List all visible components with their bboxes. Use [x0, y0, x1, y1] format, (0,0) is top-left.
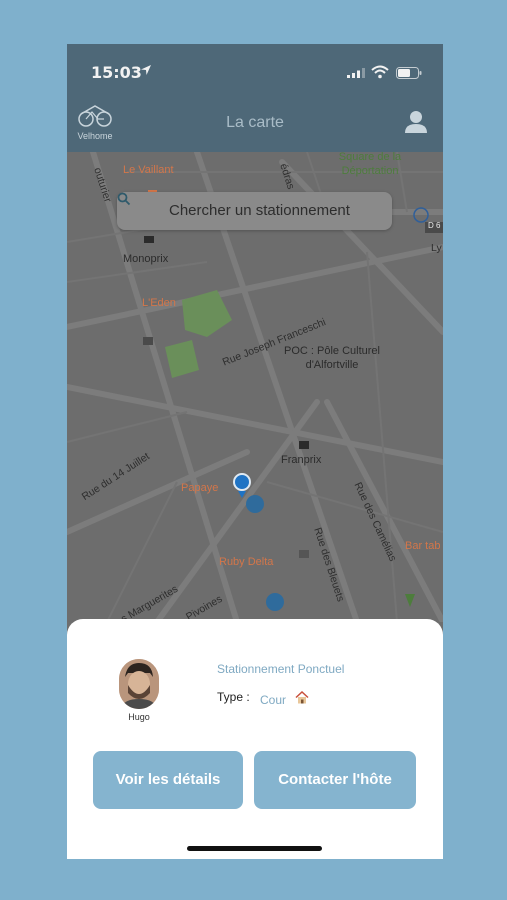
wifi-icon [371, 65, 389, 79]
avatar-photo-icon [119, 659, 159, 709]
poi-bar[interactable]: Bar tab [405, 540, 440, 552]
poi-square[interactable]: Square de la Déportation [330, 150, 410, 178]
type-label: Type : [217, 690, 250, 704]
type-value: Cour [260, 693, 287, 707]
road-badge: D 6 [428, 221, 441, 230]
nav-bar: Velhome La carte [67, 100, 443, 152]
contact-host-button[interactable]: Contacter l'hôte [254, 751, 416, 809]
search-icon [117, 192, 131, 206]
parking-card: Hugo Stationnement Ponctuel Type : Cour … [67, 619, 443, 859]
search-bar[interactable]: Chercher un stationnement [117, 192, 392, 230]
poi-franprix[interactable]: Franprix [281, 454, 321, 466]
status-time: 15:03 [91, 63, 142, 82]
page-title: La carte [226, 114, 284, 131]
poi-le-vaillant[interactable]: Le Vaillant [123, 164, 174, 176]
user-profile-icon[interactable] [405, 110, 427, 134]
poi-monoprix[interactable]: Monoprix [123, 253, 168, 265]
location-arrow-icon [141, 65, 151, 75]
battery-icon [396, 67, 422, 79]
poi-eden[interactable]: L'Eden [142, 297, 176, 309]
avatar [119, 659, 159, 709]
cellular-signal-icon [347, 68, 365, 78]
view-details-button[interactable]: Voir les détails [93, 751, 243, 809]
search-input[interactable]: Chercher un stationnement [169, 202, 350, 219]
poi-papaye[interactable]: Papaye [181, 482, 218, 494]
house-icon [295, 691, 309, 704]
phone-screen: 15:03 Velhome La carte Le Vaillant Squar… [67, 44, 443, 859]
map-view[interactable]: Le Vaillant Square de la Déportation Mon… [67, 150, 443, 625]
street-ly: Ly [431, 242, 442, 254]
poi-ruby-delta[interactable]: Ruby Delta [219, 556, 273, 568]
poi-poc[interactable]: POC : Pôle Culturel d'Alfortville [277, 344, 387, 372]
parking-title: Stationnement Ponctuel [217, 662, 345, 676]
brand-name: Velhome [77, 131, 113, 141]
home-indicator[interactable] [187, 846, 322, 851]
host-name: Hugo [128, 712, 150, 722]
status-bar: 15:03 [67, 44, 443, 100]
